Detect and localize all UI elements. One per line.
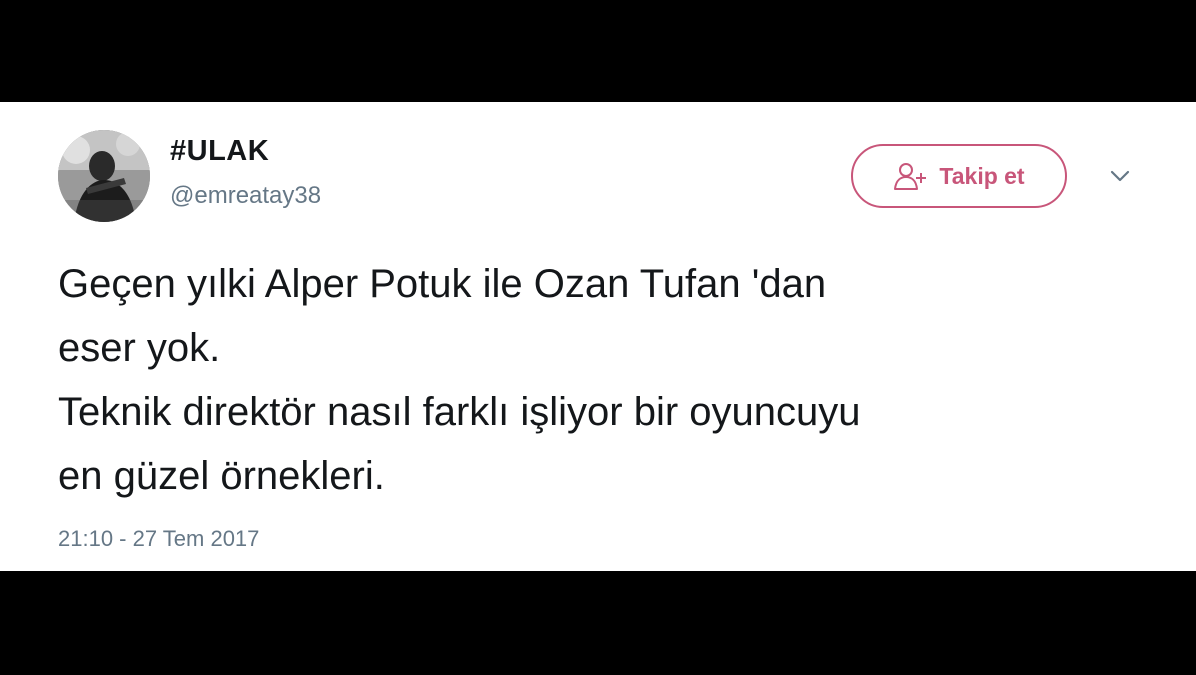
tweet-text-line: en güzel örnekleri. — [58, 454, 385, 498]
follow-button-label: Takip et — [939, 162, 1025, 189]
tweet-timestamp[interactable]: 21:10 - 27 Tem 2017 — [58, 526, 259, 552]
tweet-text-line: eser yok. — [58, 326, 221, 370]
profile-photo-icon — [58, 130, 150, 222]
more-menu-button[interactable] — [1104, 164, 1136, 188]
chevron-down-icon — [1110, 170, 1130, 182]
letterbox-bottom — [0, 571, 1196, 675]
letterbox-top — [0, 0, 1196, 102]
tweet-text-line: Geçen yılki Alper Potuk ile Ozan Tufan '… — [58, 262, 827, 306]
user-handle[interactable]: @emreatay38 — [170, 182, 321, 210]
tweet-card: #ULAK @emreatay38 Takip et Geçen yılki A… — [0, 102, 1196, 571]
tweet-text-line: Teknik direktör nasıl farklı işliyor bir… — [58, 390, 861, 434]
add-user-icon — [893, 161, 927, 191]
avatar[interactable] — [58, 130, 150, 222]
display-name[interactable]: #ULAK — [170, 135, 269, 168]
tweet-text: Geçen yılki Alper Potuk ile Ozan Tufan '… — [58, 252, 1148, 508]
follow-button[interactable]: Takip et — [851, 144, 1067, 208]
